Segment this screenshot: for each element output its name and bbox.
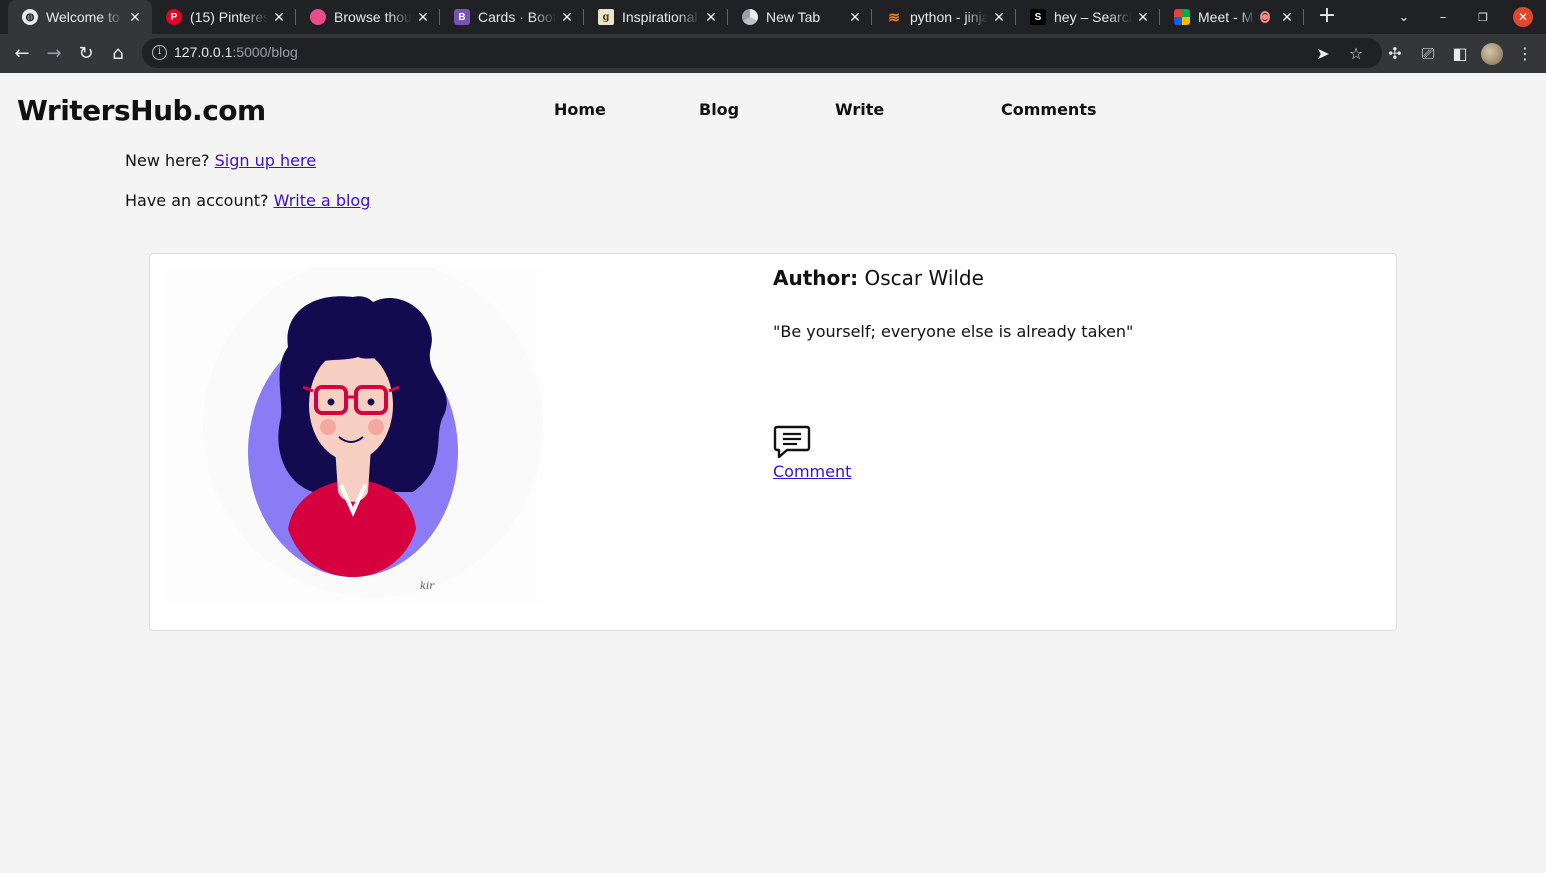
browser-toolbar: ← → ↻ ⌂ i 127.0.0.1:5000/blog ➤ ☆ ✣ ⎚ ◧ … (0, 34, 1546, 73)
close-tab-icon[interactable]: ✕ (1276, 9, 1298, 26)
tab-title: (15) Pinterest (190, 9, 268, 25)
tab-meet[interactable]: Meet - M ✕ (1160, 0, 1304, 34)
restore-icon[interactable]: ❐ (1472, 0, 1494, 34)
tab-title: python - jinja (910, 9, 988, 25)
tab-new-tab[interactable]: New Tab ✕ (728, 0, 872, 34)
address-bar[interactable]: i 127.0.0.1:5000/blog (142, 38, 1382, 68)
write-line: Have an account? Write a blog (125, 191, 370, 210)
blog-card: kir Author: Oscar Wilde "Be yourself; ev… (149, 253, 1397, 631)
close-tab-icon[interactable]: ✕ (412, 9, 434, 26)
close-window-icon[interactable]: ✕ (1513, 7, 1533, 27)
tab-strip: ◍ Welcome to WritersHub ✕ P (15) Pintere… (0, 0, 1546, 34)
blog-quote: "Be yourself; everyone else is already t… (773, 322, 1134, 341)
stackoverflow-icon: ≋ (888, 8, 900, 25)
comment-icon[interactable] (773, 424, 811, 460)
send-icon[interactable]: ➤ (1311, 42, 1335, 66)
author-label: Author: (773, 266, 859, 290)
page-content: WritersHub.com Home Blog Write Comments … (0, 73, 1546, 873)
signup-line: New here? Sign up here (125, 151, 316, 170)
tab-welcome[interactable]: ◍ Welcome to WritersHub ✕ (8, 0, 152, 34)
nav-comments[interactable]: Comments (1001, 100, 1097, 119)
tab-title: New Tab (766, 9, 821, 25)
signup-link[interactable]: Sign up here (215, 151, 316, 170)
nav-blog[interactable]: Blog (699, 100, 739, 119)
search-s-icon: S (1030, 9, 1046, 25)
bootstrap-icon: B (454, 9, 470, 25)
close-tab-icon[interactable]: ✕ (988, 9, 1010, 26)
close-tab-icon[interactable]: ✕ (268, 9, 290, 26)
dribbble-icon (310, 9, 326, 25)
menu-kebab-icon[interactable]: ⋮ (1513, 42, 1537, 66)
close-tab-icon[interactable]: ✕ (700, 9, 722, 26)
close-tab-icon[interactable]: ✕ (1132, 9, 1154, 26)
cast-icon[interactable]: ⎚ (1416, 42, 1440, 66)
tab-title: hey – Search (1054, 9, 1132, 25)
new-tab-button[interactable]: + (1314, 4, 1340, 30)
side-panel-icon[interactable]: ◧ (1448, 42, 1472, 66)
goodreads-icon: g (598, 9, 614, 25)
close-tab-icon[interactable]: ✕ (556, 9, 578, 26)
bookmark-star-icon[interactable]: ☆ (1344, 42, 1368, 66)
globe-icon: ◍ (22, 9, 38, 25)
tab-title: Browse thousands (334, 9, 412, 25)
url-host: 127.0.0.1 (174, 44, 233, 60)
recording-icon (1260, 11, 1270, 23)
comment-link[interactable]: Comment (773, 462, 851, 481)
tab-title: Welcome to WritersHub (46, 9, 124, 25)
nav-write[interactable]: Write (835, 100, 884, 119)
tab-stackoverflow[interactable]: ≋ python - jinja ✕ (872, 0, 1016, 34)
tab-dribbble[interactable]: Browse thousands ✕ (296, 0, 440, 34)
pinterest-icon: P (166, 9, 182, 25)
tab-bootstrap[interactable]: B Cards · Bootstrap ✕ (440, 0, 584, 34)
tab-title: Cards · Bootstrap (478, 9, 556, 25)
author-illustration: kir (163, 267, 543, 605)
tab-title: Meet - M (1198, 9, 1254, 25)
site-logo[interactable]: WritersHub.com (17, 94, 266, 127)
extensions-icon[interactable]: ✣ (1383, 42, 1407, 66)
illustration-signature: kir (420, 581, 435, 592)
tab-pinterest[interactable]: P (15) Pinterest ✕ (152, 0, 296, 34)
write-prefix: Have an account? (125, 191, 274, 210)
forward-icon[interactable]: → (42, 42, 66, 66)
tab-search-chevron-icon[interactable]: ⌄ (1392, 0, 1416, 34)
close-tab-icon[interactable]: ✕ (124, 9, 146, 26)
tab-goodreads[interactable]: g Inspirational quotes ✕ (584, 0, 728, 34)
close-tab-icon[interactable]: ✕ (844, 9, 866, 26)
meet-icon (1174, 9, 1190, 25)
reload-icon[interactable]: ↻ (74, 42, 98, 66)
home-icon[interactable]: ⌂ (106, 42, 130, 66)
back-icon[interactable]: ← (10, 42, 34, 66)
tab-title: Inspirational quotes (622, 9, 700, 25)
minimize-icon[interactable]: – (1432, 0, 1454, 34)
signup-prefix: New here? (125, 151, 215, 170)
tab-search[interactable]: S hey – Search ✕ (1016, 0, 1160, 34)
nav-home[interactable]: Home (554, 100, 606, 119)
author-line: Author: Oscar Wilde (773, 266, 984, 290)
url-text: 127.0.0.1:5000/blog (174, 44, 298, 60)
site-info-icon[interactable]: i (152, 45, 167, 60)
author-name: Oscar Wilde (864, 266, 984, 290)
chrome-icon (742, 9, 758, 25)
url-path: :5000/blog (232, 44, 298, 60)
write-blog-link[interactable]: Write a blog (274, 191, 371, 210)
profile-avatar[interactable] (1481, 43, 1503, 65)
